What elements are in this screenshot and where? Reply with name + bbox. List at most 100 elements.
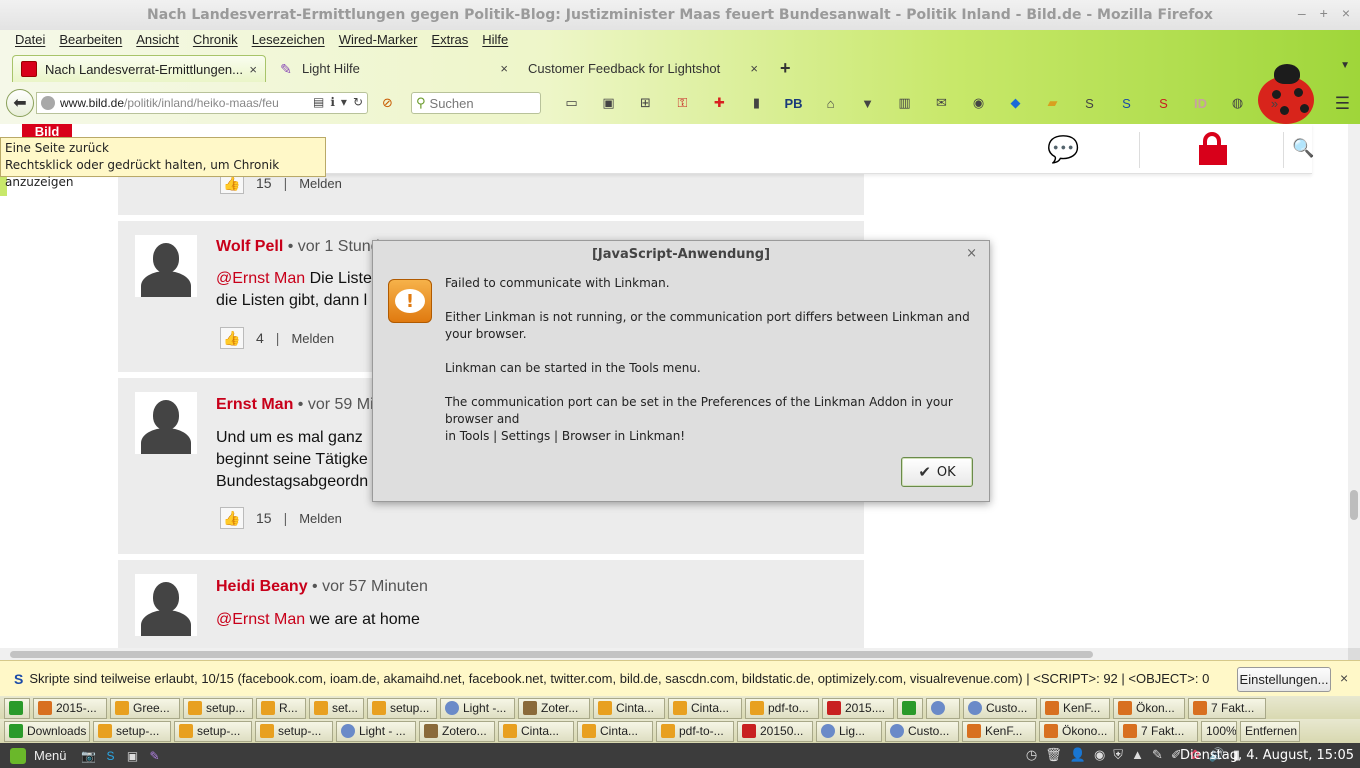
horizontal-scrollbar[interactable] — [0, 648, 1348, 660]
clock-icon[interactable]: ◷ — [1026, 747, 1037, 763]
chrome-icon[interactable]: ◉ — [1094, 747, 1105, 763]
tab-close-icon[interactable]: × — [249, 62, 257, 77]
addon-eye-icon[interactable]: ◍ — [1219, 93, 1256, 113]
download-icon[interactable]: ▼ — [849, 93, 886, 113]
feather-icon[interactable]: ✎ — [147, 748, 163, 764]
taskbar-item[interactable]: Ökono... — [1039, 720, 1115, 742]
taskbar-item[interactable]: Cinta... — [498, 720, 574, 742]
search-box[interactable]: ⚲ Suchen — [411, 92, 541, 114]
like-thumb-icon[interactable]: 👍 — [220, 507, 244, 529]
vertical-scrollbar[interactable] — [1348, 124, 1360, 648]
taskbar-item[interactable] — [897, 697, 923, 719]
addon-film-icon[interactable]: ▮ — [738, 93, 775, 113]
home-icon[interactable]: ⌂ — [812, 93, 849, 113]
menu-extras[interactable]: Extras — [424, 30, 475, 50]
hamburger-menu-icon[interactable]: ☰ — [1335, 94, 1350, 114]
taskbar-item[interactable]: Light - ... — [336, 720, 416, 742]
taskbar-item[interactable]: 7 Fakt... — [1188, 697, 1266, 719]
scrollbar-thumb[interactable] — [10, 651, 1093, 658]
overflow-chevron-icon[interactable]: » — [1256, 93, 1293, 113]
taskbar-download-arrow-icon[interactable] — [4, 697, 30, 719]
globe-icon[interactable]: ◉ — [960, 93, 997, 113]
taskbar-item[interactable]: 20150... — [737, 720, 813, 742]
comment-author[interactable]: Wolf Pell • vor 1 Stund — [216, 238, 380, 256]
taskbar-item[interactable]: Cinta... — [577, 720, 653, 742]
info-icon[interactable]: ℹ — [330, 95, 335, 109]
taskbar-item[interactable]: 2015-... — [33, 697, 107, 719]
tab-list-chevron-icon[interactable]: ▼ — [1340, 60, 1350, 71]
dialog-close-icon[interactable]: × — [966, 246, 977, 261]
remove-button[interactable]: Entfernen — [1240, 720, 1300, 742]
taskbar-downloads[interactable]: Downloads — [4, 720, 90, 742]
taskbar-item[interactable]: setup-... — [93, 720, 171, 742]
taskbar-item[interactable]: setup-... — [174, 720, 252, 742]
user-icon[interactable]: 👤 — [1070, 747, 1086, 763]
taskbar-item[interactable]: Ökon... — [1113, 697, 1185, 719]
tab-light-hilfe[interactable]: ✎ Light Hilfe × — [270, 55, 516, 82]
ok-button[interactable]: ✔ OK — [901, 457, 973, 487]
folder-icon[interactable]: ▰ — [1034, 93, 1071, 113]
reader-view-icon[interactable]: ▤ — [313, 95, 324, 109]
menu-datei[interactable]: Datei — [8, 30, 52, 50]
terminal-icon[interactable]: ▣ — [125, 748, 141, 764]
taskbar-item[interactable] — [926, 697, 960, 719]
taskbar-item[interactable]: Zotero... — [419, 720, 495, 742]
menu-bearbeiten[interactable]: Bearbeiten — [52, 30, 129, 50]
new-tab-button[interactable]: + — [780, 55, 791, 82]
maximize-button[interactable]: + — [1320, 5, 1328, 21]
addon-grid-icon[interactable]: ⊞ — [627, 93, 664, 113]
taskbar-item[interactable]: setup-... — [255, 720, 333, 742]
bookmark-icon[interactable]: ▥ — [886, 93, 923, 113]
zoom-level[interactable]: 100% — [1201, 720, 1237, 742]
tab-close-icon[interactable]: × — [500, 61, 508, 76]
start-menu-button[interactable]: Menü — [0, 747, 67, 764]
taskbar-item[interactable]: 2015.... — [822, 697, 894, 719]
lock-icon[interactable] — [1198, 132, 1228, 166]
skype-icon[interactable]: S — [103, 748, 119, 764]
taskbar-item[interactable]: KenF... — [962, 720, 1036, 742]
addon-id-button[interactable]: ID — [1182, 93, 1219, 113]
taskbar-item[interactable]: pdf-to... — [745, 697, 819, 719]
menu-chronik[interactable]: Chronik — [186, 30, 245, 50]
taskbar-item[interactable]: setup... — [367, 697, 437, 719]
taskbar-item[interactable]: Custo... — [963, 697, 1037, 719]
taskbar-item[interactable]: pdf-to-... — [656, 720, 734, 742]
clock[interactable]: Dienstag, 4. August, 15:05 — [1180, 748, 1354, 763]
search-icon[interactable]: 🔍 — [1292, 138, 1314, 159]
shield-icon[interactable]: ⛨ — [1113, 747, 1123, 763]
menu-lesezeichen[interactable]: Lesezeichen — [245, 30, 332, 50]
pen-icon[interactable]: ✎ — [1152, 747, 1163, 763]
addon-key-icon[interactable]: ⚿ — [664, 93, 701, 113]
menu-hilfe[interactable]: Hilfe — [475, 30, 515, 50]
url-dropdown-icon[interactable]: ▾ — [341, 95, 347, 109]
taskbar-item[interactable]: setup... — [183, 697, 253, 719]
mail-icon[interactable]: ✉ — [923, 93, 960, 113]
dropbox-icon[interactable]: ◆ — [997, 93, 1034, 113]
mention-link[interactable]: @Ernst Man — [216, 611, 305, 628]
taskbar-item[interactable]: Custo... — [885, 720, 959, 742]
like-thumb-icon[interactable]: 👍 — [220, 327, 244, 349]
report-link[interactable]: Melden — [291, 331, 334, 346]
comments-chat-icon[interactable]: 💬 — [1047, 134, 1079, 165]
addon-s3-icon[interactable]: S — [1071, 93, 1108, 113]
addon-pb-button[interactable]: PB — [775, 93, 812, 113]
report-link[interactable]: Melden — [299, 511, 342, 526]
comment-author[interactable]: Heidi Beany • vor 57 Minuten — [216, 578, 428, 596]
url-bar[interactable]: www.bild.de/politik/inland/heiko-maas/fe… — [36, 92, 368, 114]
close-window-button[interactable]: × — [1342, 5, 1350, 21]
tab-customer-feedback[interactable]: Customer Feedback for Lightshot × — [520, 55, 766, 82]
taskbar-item[interactable]: R... — [256, 697, 306, 719]
minimize-button[interactable]: – — [1298, 5, 1306, 21]
adblock-icon[interactable]: ⊘ — [382, 95, 393, 111]
search-engine-icon[interactable]: ⚲ — [416, 95, 426, 111]
scrollbar-thumb[interactable] — [1350, 490, 1358, 520]
addon-keyboard-icon[interactable]: ▭ — [553, 93, 590, 113]
addon-screen-icon[interactable]: ▣ — [590, 93, 627, 113]
noscript-settings-button[interactable]: Einstellungen... — [1237, 667, 1331, 692]
taskbar-item[interactable]: Zoter... — [518, 697, 590, 719]
mention-link[interactable]: @Ernst Man — [216, 270, 305, 287]
taskbar-item[interactable]: Light -... — [440, 697, 515, 719]
trash-icon[interactable]: 🗑 — [1045, 747, 1062, 763]
taskbar-item[interactable]: 7 Fakt... — [1118, 720, 1198, 742]
noscript-close-icon[interactable]: × — [1340, 670, 1348, 686]
